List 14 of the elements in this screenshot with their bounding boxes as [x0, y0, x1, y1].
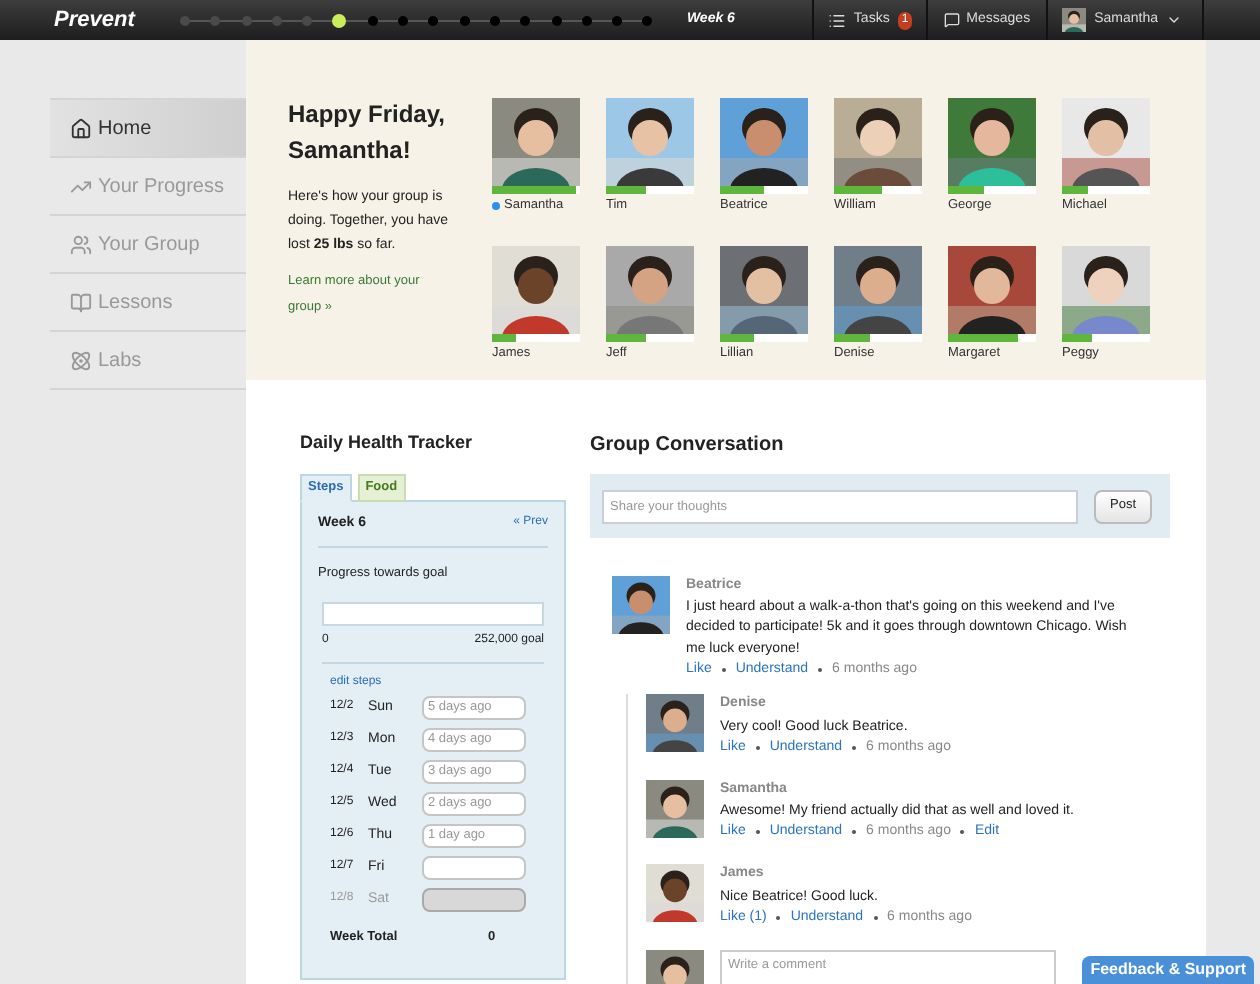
feedback-button[interactable]: Feedback & Support	[1082, 956, 1254, 984]
steps-field[interactable]	[422, 855, 526, 880]
tracker-title: Daily Health Tracker	[300, 430, 475, 456]
caret-icon	[1166, 12, 1182, 28]
book-icon	[70, 291, 92, 313]
logo[interactable]: Prevent	[54, 3, 164, 37]
greeting-title: Happy Friday, Samantha!	[288, 98, 447, 168]
people-icon	[70, 233, 92, 255]
atom-icon	[70, 349, 92, 371]
chat-icon	[944, 12, 961, 28]
list-icon	[827, 11, 846, 29]
sidebar-item[interactable]: Home	[50, 98, 246, 156]
conversation-title: Group Conversation	[590, 432, 786, 460]
home-icon	[70, 117, 92, 139]
